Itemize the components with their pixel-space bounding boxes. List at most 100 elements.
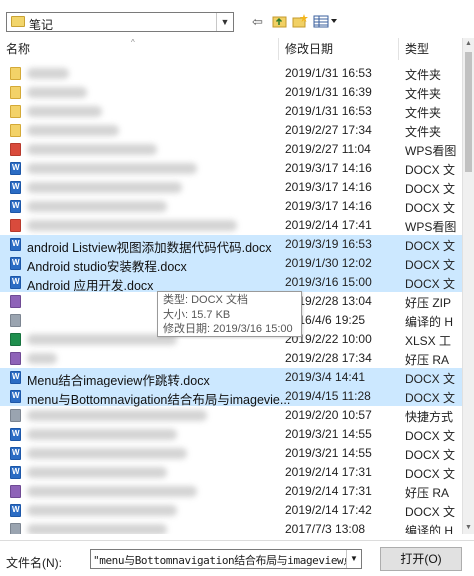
file-row[interactable]: Menu结合imageview作跳转.docx2019/3/4 14:41DOC… [0, 368, 462, 388]
file-row[interactable]: 2019/2/20 10:57 快捷方式 [0, 406, 462, 425]
dropdown-arrow-icon[interactable]: ▼ [216, 13, 233, 31]
redacted-file-name [27, 524, 167, 534]
redacted-file-name [27, 68, 69, 79]
file-row[interactable]: 2019/3/17 14:16 DOCX 文 [0, 159, 462, 178]
file-date: 2019/3/21 14:55 [285, 427, 372, 441]
file-type: XLSX 工 [405, 334, 452, 348]
file-date: 2019/2/14 17:31 [285, 465, 372, 479]
docx-file-icon [10, 181, 21, 194]
file-type: 编译的 H [405, 524, 454, 534]
file-row[interactable]: menu与Bottomnavigation结合布局与imagevie...201… [0, 387, 462, 407]
filename-input[interactable]: "menu与Bottomnavigation结合布局与imageview点击跳转… [90, 549, 362, 569]
filename-bar: 文件名(N): "menu与Bottomnavigation结合布局与image… [0, 540, 474, 576]
file-row[interactable]: 2019/2/27 17:34 文件夹 [0, 121, 462, 140]
file-row[interactable]: 2019/2/27 11:04 WPS看图 [0, 140, 462, 159]
redacted-file-name [27, 106, 102, 117]
scroll-down-icon[interactable]: ▼ [463, 522, 474, 534]
folder-icon [10, 124, 21, 137]
file-type: WPS看图 [405, 220, 457, 234]
file-row[interactable]: 2019/3/17 14:16 DOCX 文 [0, 178, 462, 197]
file-row[interactable]: 2019/1/31 16:53 文件夹 [0, 102, 462, 121]
file-type: 快捷方式 [405, 410, 454, 424]
folder-icon [10, 67, 21, 80]
file-type: DOCX 文 [405, 372, 456, 386]
file-date: 2019/1/31 16:53 [285, 66, 372, 80]
up-folder-icon[interactable] [272, 14, 288, 30]
redacted-file-name [27, 144, 157, 155]
redacted-file-name [27, 448, 187, 459]
file-row[interactable]: 2019/1/31 16:53 文件夹 [0, 64, 462, 83]
filename-label: 文件名(N): [6, 556, 62, 570]
scroll-up-icon[interactable]: ▲ [463, 38, 474, 50]
vertical-scrollbar[interactable]: ▲ ▼ [462, 38, 474, 534]
file-row[interactable]: Android studio安装教程.docx2019/1/30 12:02DO… [0, 254, 462, 274]
docx-file-icon [10, 447, 21, 460]
file-row[interactable]: 2019/2/14 17:31 DOCX 文 [0, 463, 462, 482]
sort-caret-icon: ^ [131, 38, 135, 47]
docx-file-icon [10, 390, 21, 403]
file-date: 2019/2/14 17:41 [285, 218, 372, 232]
redacted-file-name [27, 505, 177, 516]
docx-file-icon [10, 257, 21, 270]
look-in-combobox[interactable]: 笔记 ▼ [6, 12, 234, 32]
file-row[interactable]: android Listview视图添加数据代码代码.docx2019/3/19… [0, 235, 462, 255]
docx-file-icon [10, 466, 21, 479]
file-row[interactable]: 2019/3/21 14:55 DOCX 文 [0, 444, 462, 463]
rar-file-icon [10, 485, 21, 498]
column-header-date[interactable]: 修改日期 [279, 38, 399, 60]
exe-file-icon [10, 409, 21, 422]
redacted-file-name [27, 486, 197, 497]
docx-file-icon [10, 504, 21, 517]
docx-file-icon [10, 200, 21, 213]
view-menu-icon[interactable] [313, 14, 339, 30]
column-header-row: 名称 修改日期 类型 [0, 38, 462, 60]
file-type: 文件夹 [405, 87, 442, 101]
folder-icon [10, 86, 21, 99]
docx-file-icon [10, 238, 21, 251]
file-date: 2019/1/31 16:53 [285, 104, 372, 118]
new-folder-icon[interactable] [292, 14, 308, 30]
file-row[interactable]: 2019/2/14 17:42 DOCX 文 [0, 501, 462, 520]
redacted-file-name [27, 429, 177, 440]
file-type: 编译的 H [405, 315, 454, 329]
file-row[interactable]: 2019/2/14 17:41 WPS看图 [0, 216, 462, 235]
redacted-file-name [27, 201, 167, 212]
file-row[interactable]: Android 应用开发.docx2019/3/16 15:00DOCX 文 [0, 273, 462, 293]
open-button[interactable]: 打开(O) [380, 547, 462, 571]
file-date: 2019/3/17 14:16 [285, 199, 372, 213]
file-type: DOCX 文 [405, 258, 456, 272]
file-date: 2017/7/3 13:08 [285, 522, 366, 534]
file-type: 文件夹 [405, 68, 442, 82]
file-type: DOCX 文 [405, 182, 456, 196]
file-row[interactable]: 2019/3/17 14:16 DOCX 文 [0, 197, 462, 216]
back-arrow-icon[interactable]: ⇦ [252, 14, 263, 30]
file-row[interactable]: 2019/3/21 14:55 DOCX 文 [0, 425, 462, 444]
file-type: DOCX 文 [405, 467, 456, 481]
file-date: 2019/3/21 14:55 [285, 446, 372, 460]
file-type: DOCX 文 [405, 391, 456, 405]
folder-icon [11, 16, 25, 27]
file-date: 2019/3/19 16:53 [285, 237, 372, 251]
file-date: 2019/1/30 12:02 [285, 256, 372, 270]
exe-file-icon [10, 314, 21, 327]
dropdown-arrow-icon[interactable]: ▼ [346, 550, 361, 568]
docx-file-icon [10, 428, 21, 441]
column-header-type[interactable]: 类型 [399, 38, 462, 60]
file-row[interactable]: 2019/1/31 16:39 文件夹 [0, 83, 462, 102]
file-type: DOCX 文 [405, 505, 456, 519]
file-type: DOCX 文 [405, 239, 456, 253]
filename-value: "menu与Bottomnavigation结合布局与imageview点击跳转 [93, 554, 362, 567]
file-row[interactable]: 2019/2/28 17:34 好压 RA [0, 349, 462, 368]
file-date: 2019/1/31 16:39 [285, 85, 372, 99]
file-row[interactable]: 2019/2/14 17:31 好压 RA [0, 482, 462, 501]
file-row[interactable]: 2017/7/3 13:08 编译的 H [0, 520, 462, 534]
redacted-file-name [27, 182, 182, 193]
file-date: 2019/4/15 11:28 [285, 389, 371, 403]
file-tooltip: 类型: DOCX 文档 大小: 15.7 KB 修改日期: 2019/3/16 … [157, 291, 302, 337]
column-header-name[interactable]: 名称 [0, 38, 279, 60]
file-date: 2019/2/27 17:34 [285, 123, 372, 137]
file-date: 2019/3/17 14:16 [285, 161, 372, 175]
scroll-thumb[interactable] [465, 52, 472, 172]
file-date: 2019/2/28 17:34 [285, 351, 372, 365]
file-type: 文件夹 [405, 125, 442, 139]
